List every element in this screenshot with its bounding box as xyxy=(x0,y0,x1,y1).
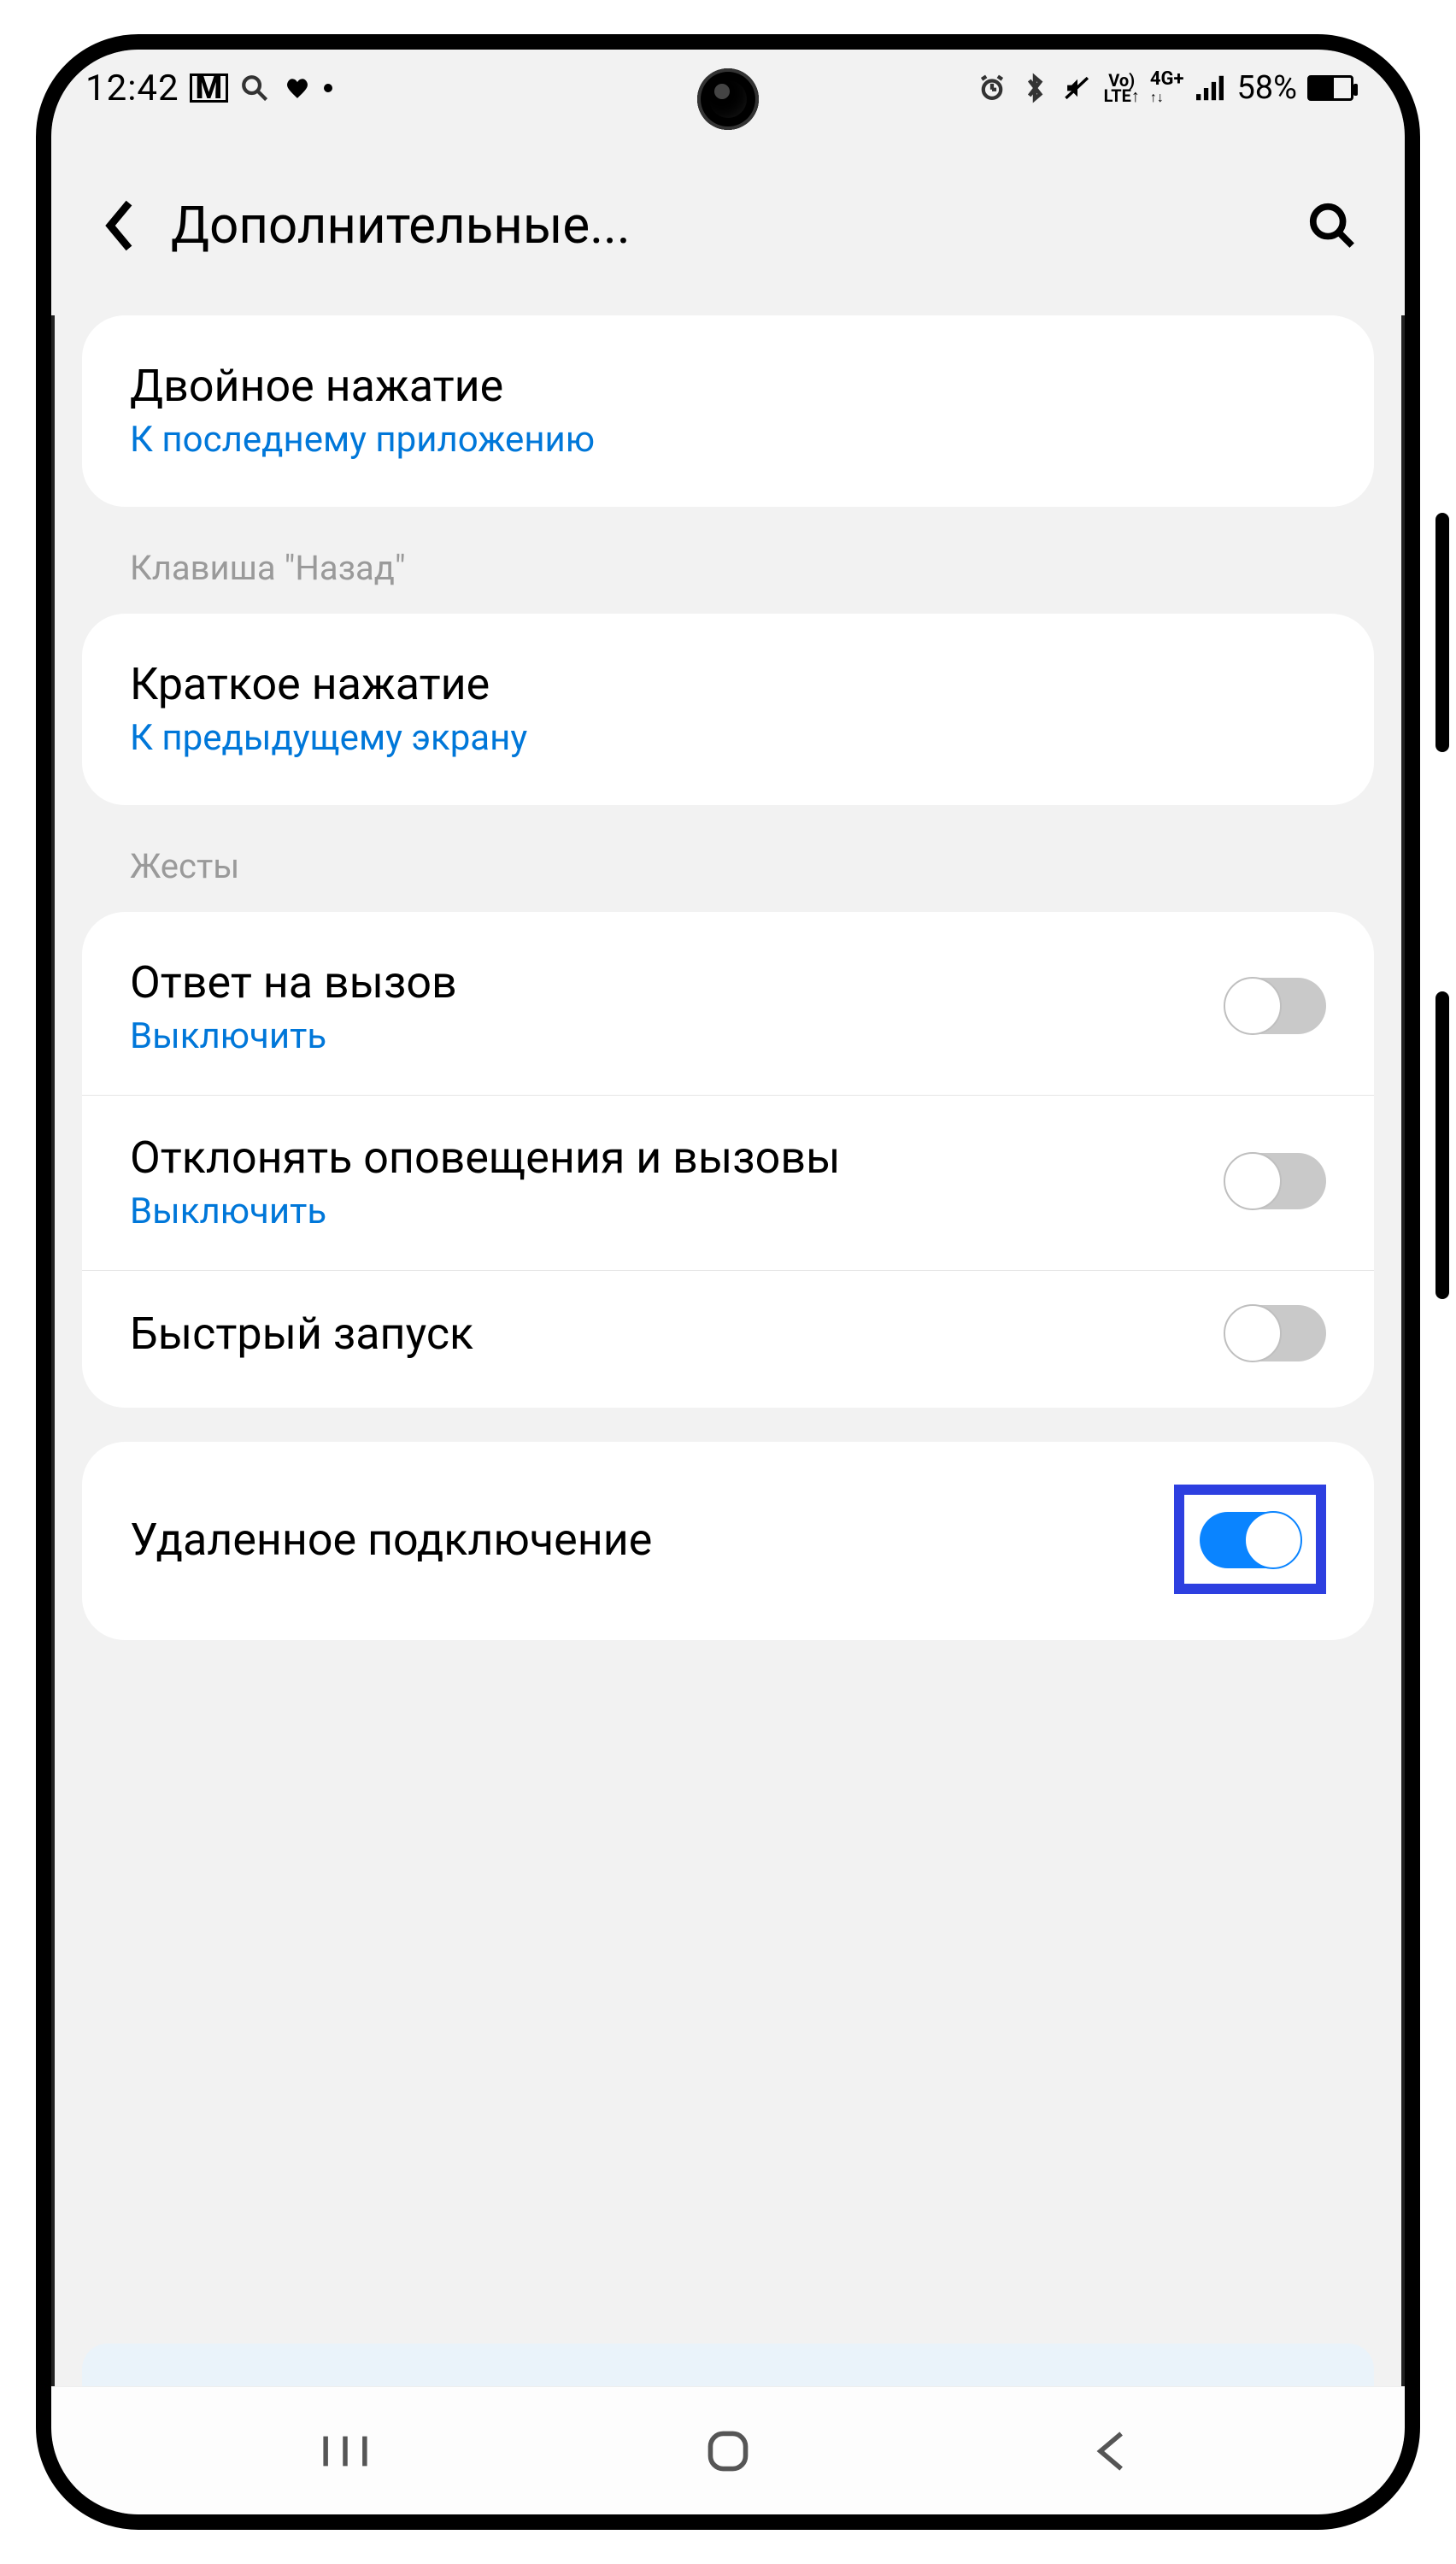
bluetooth-icon xyxy=(1019,72,1051,104)
heart-icon xyxy=(281,72,314,104)
app-header: Дополнительные... xyxy=(51,126,1405,315)
nav-recent-button[interactable] xyxy=(311,2417,379,2485)
notification-dot-icon xyxy=(324,84,332,92)
network-4g-icon: 4G+↑↓ xyxy=(1150,71,1184,105)
partial-next-card xyxy=(82,2343,1374,2386)
search-status-icon xyxy=(238,72,271,104)
row-title: Краткое нажатие xyxy=(130,656,1326,712)
highlight-box xyxy=(1174,1485,1326,1594)
row-title: Ответ на вызов xyxy=(130,955,1200,1010)
settings-card-2: Краткое нажатие К предыдущему экрану xyxy=(82,614,1374,805)
battery-percent: 58% xyxy=(1236,69,1297,107)
row-title: Двойное нажатие xyxy=(130,358,1326,414)
gmail-icon: M xyxy=(190,74,229,103)
row-remote-connection[interactable]: Удаленное подключение xyxy=(82,1450,1374,1632)
row-title: Быстрый запуск xyxy=(130,1306,1200,1361)
nav-home-button[interactable] xyxy=(694,2417,762,2485)
row-double-tap[interactable]: Двойное нажатие К последнему приложению xyxy=(82,324,1374,498)
signal-icon xyxy=(1194,72,1226,104)
settings-card-3: Ответ на вызов Выключить Отклонять опове… xyxy=(82,912,1374,1408)
toggle-decline-notifications[interactable] xyxy=(1225,1153,1326,1209)
row-subtitle: К предыдущему экрану xyxy=(130,717,1326,759)
phone-side-button-bottom xyxy=(1435,991,1449,1299)
volte-icon: Vo)LTE↑ xyxy=(1104,73,1140,103)
toggle-remote-connection[interactable] xyxy=(1200,1512,1300,1568)
camera-notch xyxy=(697,68,759,130)
navigation-bar xyxy=(51,2386,1405,2514)
row-title: Отклонять оповещения и вызовы xyxy=(130,1130,1200,1185)
row-quick-launch[interactable]: Быстрый запуск xyxy=(82,1270,1374,1399)
settings-card-4: Удаленное подключение xyxy=(82,1442,1374,1640)
row-subtitle: Выключить xyxy=(130,1191,1200,1232)
search-button[interactable] xyxy=(1302,196,1362,256)
settings-card-1: Двойное нажатие К последнему приложению xyxy=(82,315,1374,507)
section-label-back-key: Клавиша "Назад" xyxy=(82,507,1374,614)
section-label-gestures: Жесты xyxy=(82,805,1374,912)
toggle-answer-call[interactable] xyxy=(1225,978,1326,1034)
toggle-quick-launch[interactable] xyxy=(1225,1305,1326,1361)
nav-back-button[interactable] xyxy=(1077,2417,1145,2485)
back-button[interactable] xyxy=(94,200,145,251)
row-short-press[interactable]: Краткое нажатие К предыдущему экрану xyxy=(82,622,1374,797)
row-subtitle: К последнему приложению xyxy=(130,419,1326,461)
phone-side-button-top xyxy=(1435,513,1449,752)
row-subtitle: Выключить xyxy=(130,1015,1200,1057)
page-title: Дополнительные... xyxy=(171,195,1277,256)
battery-icon xyxy=(1307,75,1353,101)
row-answer-call[interactable]: Ответ на вызов Выключить xyxy=(82,920,1374,1095)
row-decline-notifications[interactable]: Отклонять оповещения и вызовы Выключить xyxy=(82,1095,1374,1270)
mute-icon xyxy=(1061,72,1094,104)
row-title: Удаленное подключение xyxy=(130,1512,1148,1567)
alarm-icon xyxy=(976,72,1008,104)
phone-frame: 12:42 M Vo)LTE↑ xyxy=(36,34,1420,2530)
status-time: 12:42 xyxy=(85,68,179,109)
